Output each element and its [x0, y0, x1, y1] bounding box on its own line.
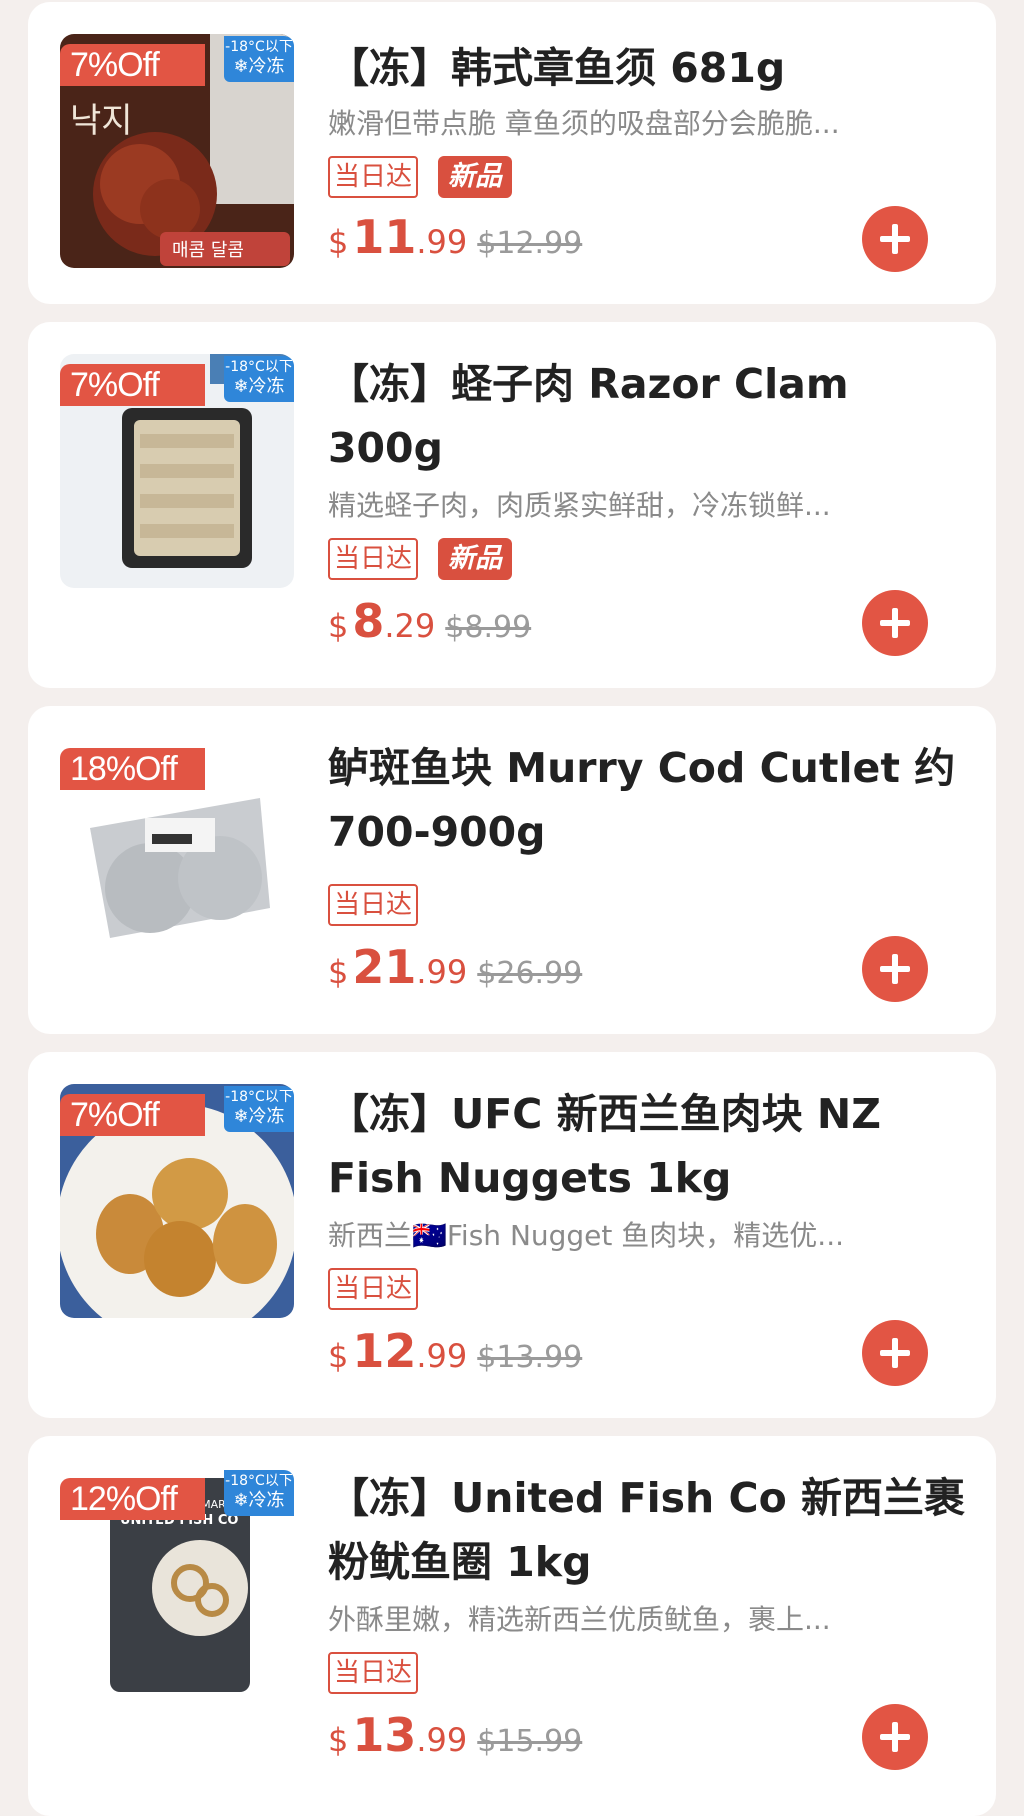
frozen-badge: -18°C以下 ❄冷冻 [224, 1086, 294, 1132]
tag-row: 当日达 [328, 1652, 419, 1694]
original-price: $12.99 [477, 226, 583, 261]
discount-badge: 12%Off [60, 1478, 205, 1520]
add-to-cart-button[interactable] [862, 936, 928, 1002]
price-integer: 12 [352, 1324, 417, 1378]
product-description: 精选蛏子肉，肉质紧实鲜甜，冷冻锁鲜... [328, 489, 831, 522]
currency-symbol: $ [328, 953, 349, 991]
price-row: $ 12 .99 $13.99 [328, 1324, 582, 1384]
currency-symbol: $ [328, 1721, 349, 1759]
price-row: $ 21 .99 $26.99 [328, 940, 582, 1000]
frozen-temp: -18°C以下 [225, 1089, 293, 1105]
price-integer: 13 [352, 1708, 417, 1762]
plus-icon [880, 224, 910, 254]
discount-badge: 7%Off [60, 1094, 205, 1136]
original-price: $26.99 [477, 956, 583, 991]
tag-row: 当日达 [328, 884, 419, 926]
same-day-tag: 当日达 [328, 156, 419, 198]
plus-icon [880, 1338, 910, 1368]
same-day-tag: 当日达 [328, 1652, 419, 1694]
discount-badge: 7%Off [60, 44, 205, 86]
original-price: $15.99 [477, 1724, 583, 1759]
currency-symbol: $ [328, 223, 349, 261]
plus-icon [880, 608, 910, 638]
same-day-tag: 当日达 [328, 538, 419, 580]
product-card[interactable]: 7%Off -18°C以下 ❄冷冻 【冻】UFC 新西兰鱼肉块 NZ Fish … [28, 1052, 996, 1418]
original-price: $13.99 [477, 1340, 583, 1375]
plus-icon [880, 954, 910, 984]
price-row: $ 11 .99 $12.99 [328, 210, 582, 270]
product-list: 낙지 매콤 달콤 7%Off -18°C以下 ❄冷冻 【冻】韩式章鱼须 681g… [0, 0, 1024, 1816]
price-decimal: .99 [416, 1337, 468, 1375]
product-title[interactable]: 【冻】蛏子肉 Razor Clam 300g [328, 352, 968, 480]
frozen-label: ❄冷冻 [233, 376, 285, 397]
frozen-temp: -18°C以下 [225, 1473, 293, 1489]
add-to-cart-button[interactable] [862, 206, 928, 272]
frozen-label: ❄冷冻 [233, 1106, 285, 1127]
frozen-badge: -18°C以下 ❄冷冻 [224, 356, 294, 402]
plus-icon [880, 1722, 910, 1752]
price-row: $ 8 .29 $8.99 [328, 594, 531, 654]
product-card[interactable]: 7%Off -18°C以下 ❄冷冻 【冻】蛏子肉 Razor Clam 300g… [28, 322, 996, 688]
product-description: 嫩滑但带点脆 章鱼须的吸盘部分会脆脆... [328, 107, 840, 140]
add-to-cart-button[interactable] [862, 1704, 928, 1770]
add-to-cart-button[interactable] [862, 590, 928, 656]
price-integer: 21 [352, 940, 417, 994]
product-title[interactable]: 鲈斑鱼块 Murry Cod Cutlet 约 700-900g [328, 736, 968, 864]
price-row: $ 13 .99 $15.99 [328, 1708, 582, 1768]
price-decimal: .99 [416, 953, 468, 991]
product-description: 外酥里嫩，精选新西兰优质鱿鱼，裹上... [328, 1603, 831, 1636]
product-title[interactable]: 【冻】United Fish Co 新西兰裹粉鱿鱼圈 1kg [328, 1466, 968, 1594]
frozen-label: ❄冷冻 [233, 1490, 285, 1511]
product-title[interactable]: 【冻】UFC 新西兰鱼肉块 NZ Fish Nuggets 1kg [328, 1082, 968, 1210]
tag-row: 当日达 新品 [328, 156, 513, 198]
original-price: $8.99 [445, 610, 532, 645]
discount-badge: 7%Off [60, 364, 205, 406]
tag-row: 当日达 [328, 1268, 419, 1310]
price-integer: 11 [352, 210, 417, 264]
product-description: 新西兰🇦🇺Fish Nugget 鱼肉块，精选优... [328, 1219, 844, 1252]
currency-symbol: $ [328, 1337, 349, 1375]
new-tag: 新品 [438, 538, 513, 580]
product-title[interactable]: 【冻】韩式章鱼须 681g [328, 36, 968, 100]
tag-row: 当日达 新品 [328, 538, 513, 580]
price-integer: 8 [352, 594, 385, 648]
frozen-badge: -18°C以下 ❄冷冻 [224, 36, 294, 82]
frozen-temp: -18°C以下 [225, 359, 293, 375]
price-decimal: .99 [416, 1721, 468, 1759]
frozen-label: ❄冷冻 [233, 56, 285, 77]
currency-symbol: $ [328, 607, 349, 645]
product-card[interactable]: 18%Off 鲈斑鱼块 Murry Cod Cutlet 约 700-900g … [28, 706, 996, 1034]
product-card[interactable]: UNITED FISH CO CALAMARI RINGS 12%Off -18… [28, 1436, 996, 1816]
frozen-temp: -18°C以下 [225, 39, 293, 55]
add-to-cart-button[interactable] [862, 1320, 928, 1386]
price-decimal: .99 [416, 223, 468, 261]
new-tag: 新品 [438, 156, 513, 198]
same-day-tag: 当日达 [328, 884, 419, 926]
price-decimal: .29 [384, 607, 436, 645]
same-day-tag: 当日达 [328, 1268, 419, 1310]
svg-text:낙지: 낙지 [70, 101, 133, 141]
frozen-badge: -18°C以下 ❄冷冻 [224, 1470, 294, 1516]
discount-badge: 18%Off [60, 748, 205, 790]
product-card[interactable]: 낙지 매콤 달콤 7%Off -18°C以下 ❄冷冻 【冻】韩式章鱼须 681g… [28, 2, 996, 304]
svg-text:매콤 달콤: 매콤 달콤 [172, 240, 244, 261]
